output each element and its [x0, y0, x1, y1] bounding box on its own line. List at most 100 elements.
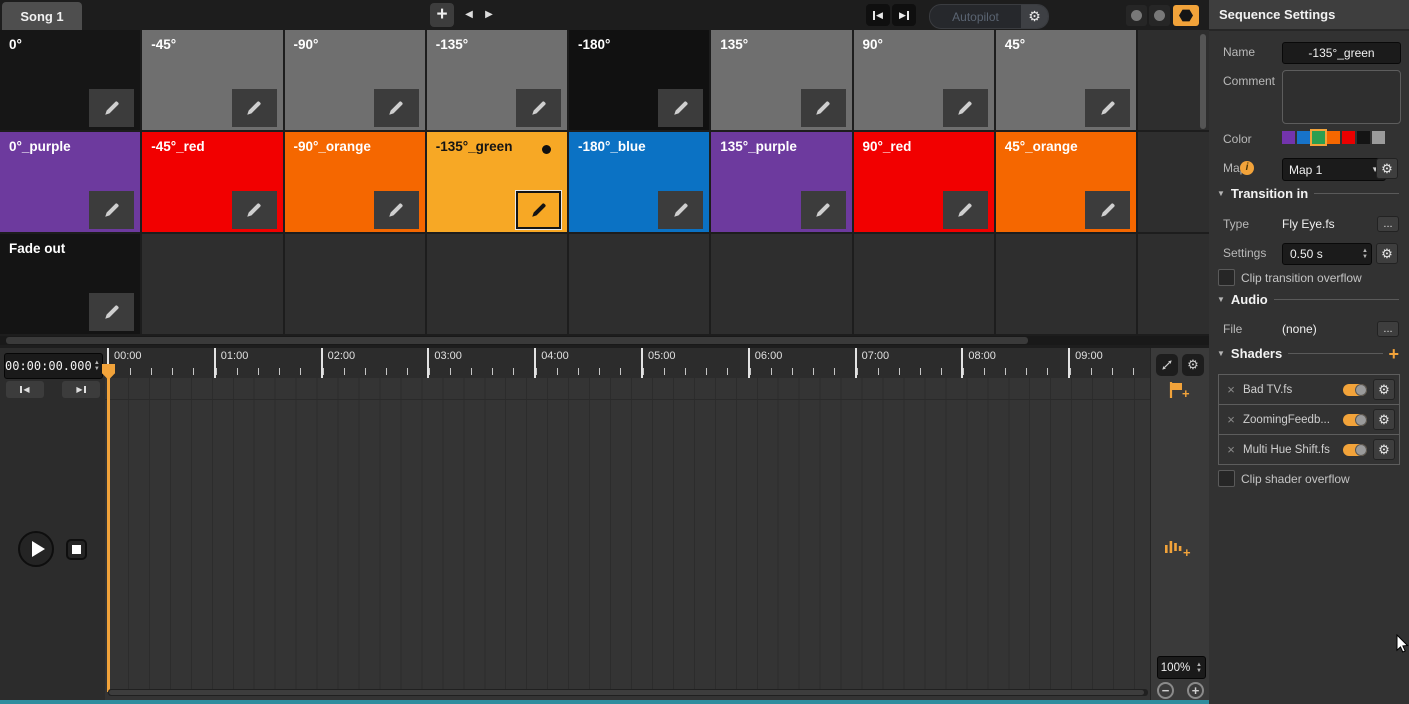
zoom-spinner[interactable]: ▲▼	[1193, 662, 1205, 674]
sequence-cell[interactable]: 90°_red	[854, 132, 994, 232]
clip-transition-overflow-checkbox[interactable]	[1218, 269, 1235, 286]
spin-down-icon[interactable]: ▼	[92, 366, 102, 372]
empty-cell[interactable]	[1138, 132, 1209, 232]
edit-pencil-button[interactable]	[232, 191, 277, 229]
remove-shader-icon[interactable]: ×	[1219, 442, 1243, 457]
empty-cell[interactable]	[1138, 30, 1209, 130]
scrollbar-thumb[interactable]	[6, 337, 1028, 344]
browse-audio-button[interactable]: ...	[1377, 321, 1399, 337]
color-swatch[interactable]	[1297, 131, 1310, 144]
view-toggle-3-button-active[interactable]	[1173, 5, 1199, 26]
autopilot-gear-icon[interactable]: ⚙	[1021, 5, 1048, 28]
empty-cell[interactable]	[854, 234, 994, 334]
edit-pencil-button[interactable]	[943, 89, 988, 127]
timeline-ruler[interactable]: 00:00 01:00 02:00 03:00 04:00 05:00 06:0…	[105, 348, 1150, 379]
color-swatch[interactable]	[1342, 131, 1355, 144]
autopilot-dropdown[interactable]: Autopilot ⚙	[929, 4, 1049, 29]
view-toggle-1-button[interactable]	[1126, 5, 1147, 26]
collapse-triangle-icon[interactable]: ▼	[1217, 189, 1225, 198]
collapse-triangle-icon[interactable]: ▼	[1217, 295, 1225, 304]
prev-arrow-button[interactable]: ◀	[460, 5, 478, 25]
color-swatch[interactable]	[1327, 131, 1340, 144]
timeline-zoom-spinbox[interactable]: 100% ▲▼	[1157, 656, 1206, 679]
edit-pencil-button[interactable]	[89, 293, 134, 331]
browse-transition-button[interactable]: ...	[1377, 216, 1399, 232]
sequence-cell[interactable]: -45°_red	[142, 132, 282, 232]
sequence-cell[interactable]: -180°	[569, 30, 709, 130]
map-info-icon[interactable]: i	[1240, 161, 1254, 175]
view-toggle-2-button[interactable]	[1149, 5, 1170, 26]
edit-pencil-button[interactable]	[943, 191, 988, 229]
zoom-in-button[interactable]: +	[1187, 682, 1204, 699]
play-button[interactable]	[18, 531, 54, 567]
add-sequence-button[interactable]: +	[430, 3, 454, 27]
edit-pencil-button[interactable]	[658, 191, 703, 229]
skip-to-end-button[interactable]: ▶	[892, 4, 916, 26]
duration-spinner[interactable]: ▲▼	[1359, 248, 1371, 260]
edit-pencil-button[interactable]	[1085, 89, 1130, 127]
sequence-cell[interactable]: 135°	[711, 30, 851, 130]
sequence-cell[interactable]: -90°_orange	[285, 132, 425, 232]
time-display[interactable]: 00:00:00.000 ▲▼	[4, 353, 103, 379]
empty-cell[interactable]	[711, 234, 851, 334]
shader-toggle[interactable]	[1343, 414, 1367, 426]
add-audio-waveform-icon[interactable]: +	[1165, 540, 1191, 558]
skip-to-start-button[interactable]: ◀	[866, 4, 890, 26]
empty-cell[interactable]	[1138, 234, 1209, 334]
empty-cell[interactable]	[142, 234, 282, 334]
sequence-cell[interactable]: Fade out	[0, 234, 140, 334]
go-to-end-button[interactable]: ▶	[62, 381, 100, 398]
sequence-cell[interactable]: 45°_orange	[996, 132, 1136, 232]
empty-cell[interactable]	[285, 234, 425, 334]
next-arrow-button[interactable]: ▶	[480, 5, 498, 25]
color-swatch[interactable]	[1282, 131, 1295, 144]
grid-horizontal-scrollbar[interactable]	[0, 336, 1209, 345]
collapse-triangle-icon[interactable]: ▼	[1217, 349, 1225, 358]
color-swatch-selected[interactable]	[1312, 131, 1325, 144]
edit-pencil-button[interactable]	[658, 89, 703, 127]
sequence-cell[interactable]: 90°	[854, 30, 994, 130]
edit-pencil-button[interactable]	[374, 191, 419, 229]
edit-pencil-button[interactable]	[232, 89, 277, 127]
stop-button[interactable]	[66, 539, 87, 560]
zoom-out-button[interactable]: −	[1157, 682, 1174, 699]
spin-down-icon[interactable]: ▼	[1193, 668, 1205, 674]
shader-toggle[interactable]	[1343, 444, 1367, 456]
remove-shader-icon[interactable]: ×	[1219, 412, 1243, 427]
sequence-cell[interactable]: 0°	[0, 30, 140, 130]
audio-section-header[interactable]: ▼ Audio	[1209, 292, 1409, 307]
edit-pencil-button[interactable]	[89, 191, 134, 229]
color-swatch[interactable]	[1372, 131, 1385, 144]
color-swatch[interactable]	[1357, 131, 1370, 144]
sequence-cell[interactable]: -180°_blue	[569, 132, 709, 232]
sequence-cell[interactable]: 135°_purple	[711, 132, 851, 232]
transition-gear-button[interactable]: ⚙	[1376, 243, 1398, 264]
expand-timeline-button[interactable]	[1156, 354, 1178, 376]
spin-down-icon[interactable]: ▼	[1359, 254, 1371, 260]
tab-song[interactable]: Song 1	[2, 2, 82, 30]
transition-section-header[interactable]: ▼ Transition in	[1209, 186, 1409, 201]
shader-toggle[interactable]	[1343, 384, 1367, 396]
scrollbar-thumb[interactable]	[109, 690, 1144, 695]
sequence-cell[interactable]: -45°	[142, 30, 282, 130]
timeline-horizontal-scrollbar[interactable]	[108, 689, 1148, 696]
edit-pencil-button[interactable]	[516, 191, 561, 229]
name-input[interactable]: -135°_green	[1282, 42, 1401, 64]
map-dropdown[interactable]: Map 1 ▼	[1282, 158, 1386, 181]
transition-duration-spinbox[interactable]: 0.50 s ▲▼	[1282, 243, 1372, 265]
add-cue-flag-icon[interactable]: +	[1169, 382, 1190, 399]
timeline-gear-button[interactable]: ⚙	[1182, 354, 1204, 376]
sequence-cell[interactable]: -135°	[427, 30, 567, 130]
comment-textarea[interactable]	[1282, 70, 1401, 124]
shaders-section-header[interactable]: ▼ Shaders +	[1209, 346, 1409, 361]
sequence-cell[interactable]: -90°	[285, 30, 425, 130]
sequence-cell[interactable]: 45°	[996, 30, 1136, 130]
playhead-line[interactable]	[107, 364, 110, 692]
edit-pencil-button[interactable]	[801, 191, 846, 229]
shader-gear-button[interactable]: ⚙	[1373, 409, 1395, 430]
add-shader-button[interactable]: +	[1388, 347, 1399, 361]
clip-shader-overflow-checkbox[interactable]	[1218, 470, 1235, 487]
shader-gear-button[interactable]: ⚙	[1373, 379, 1395, 400]
empty-cell[interactable]	[427, 234, 567, 334]
edit-pencil-button[interactable]	[89, 89, 134, 127]
